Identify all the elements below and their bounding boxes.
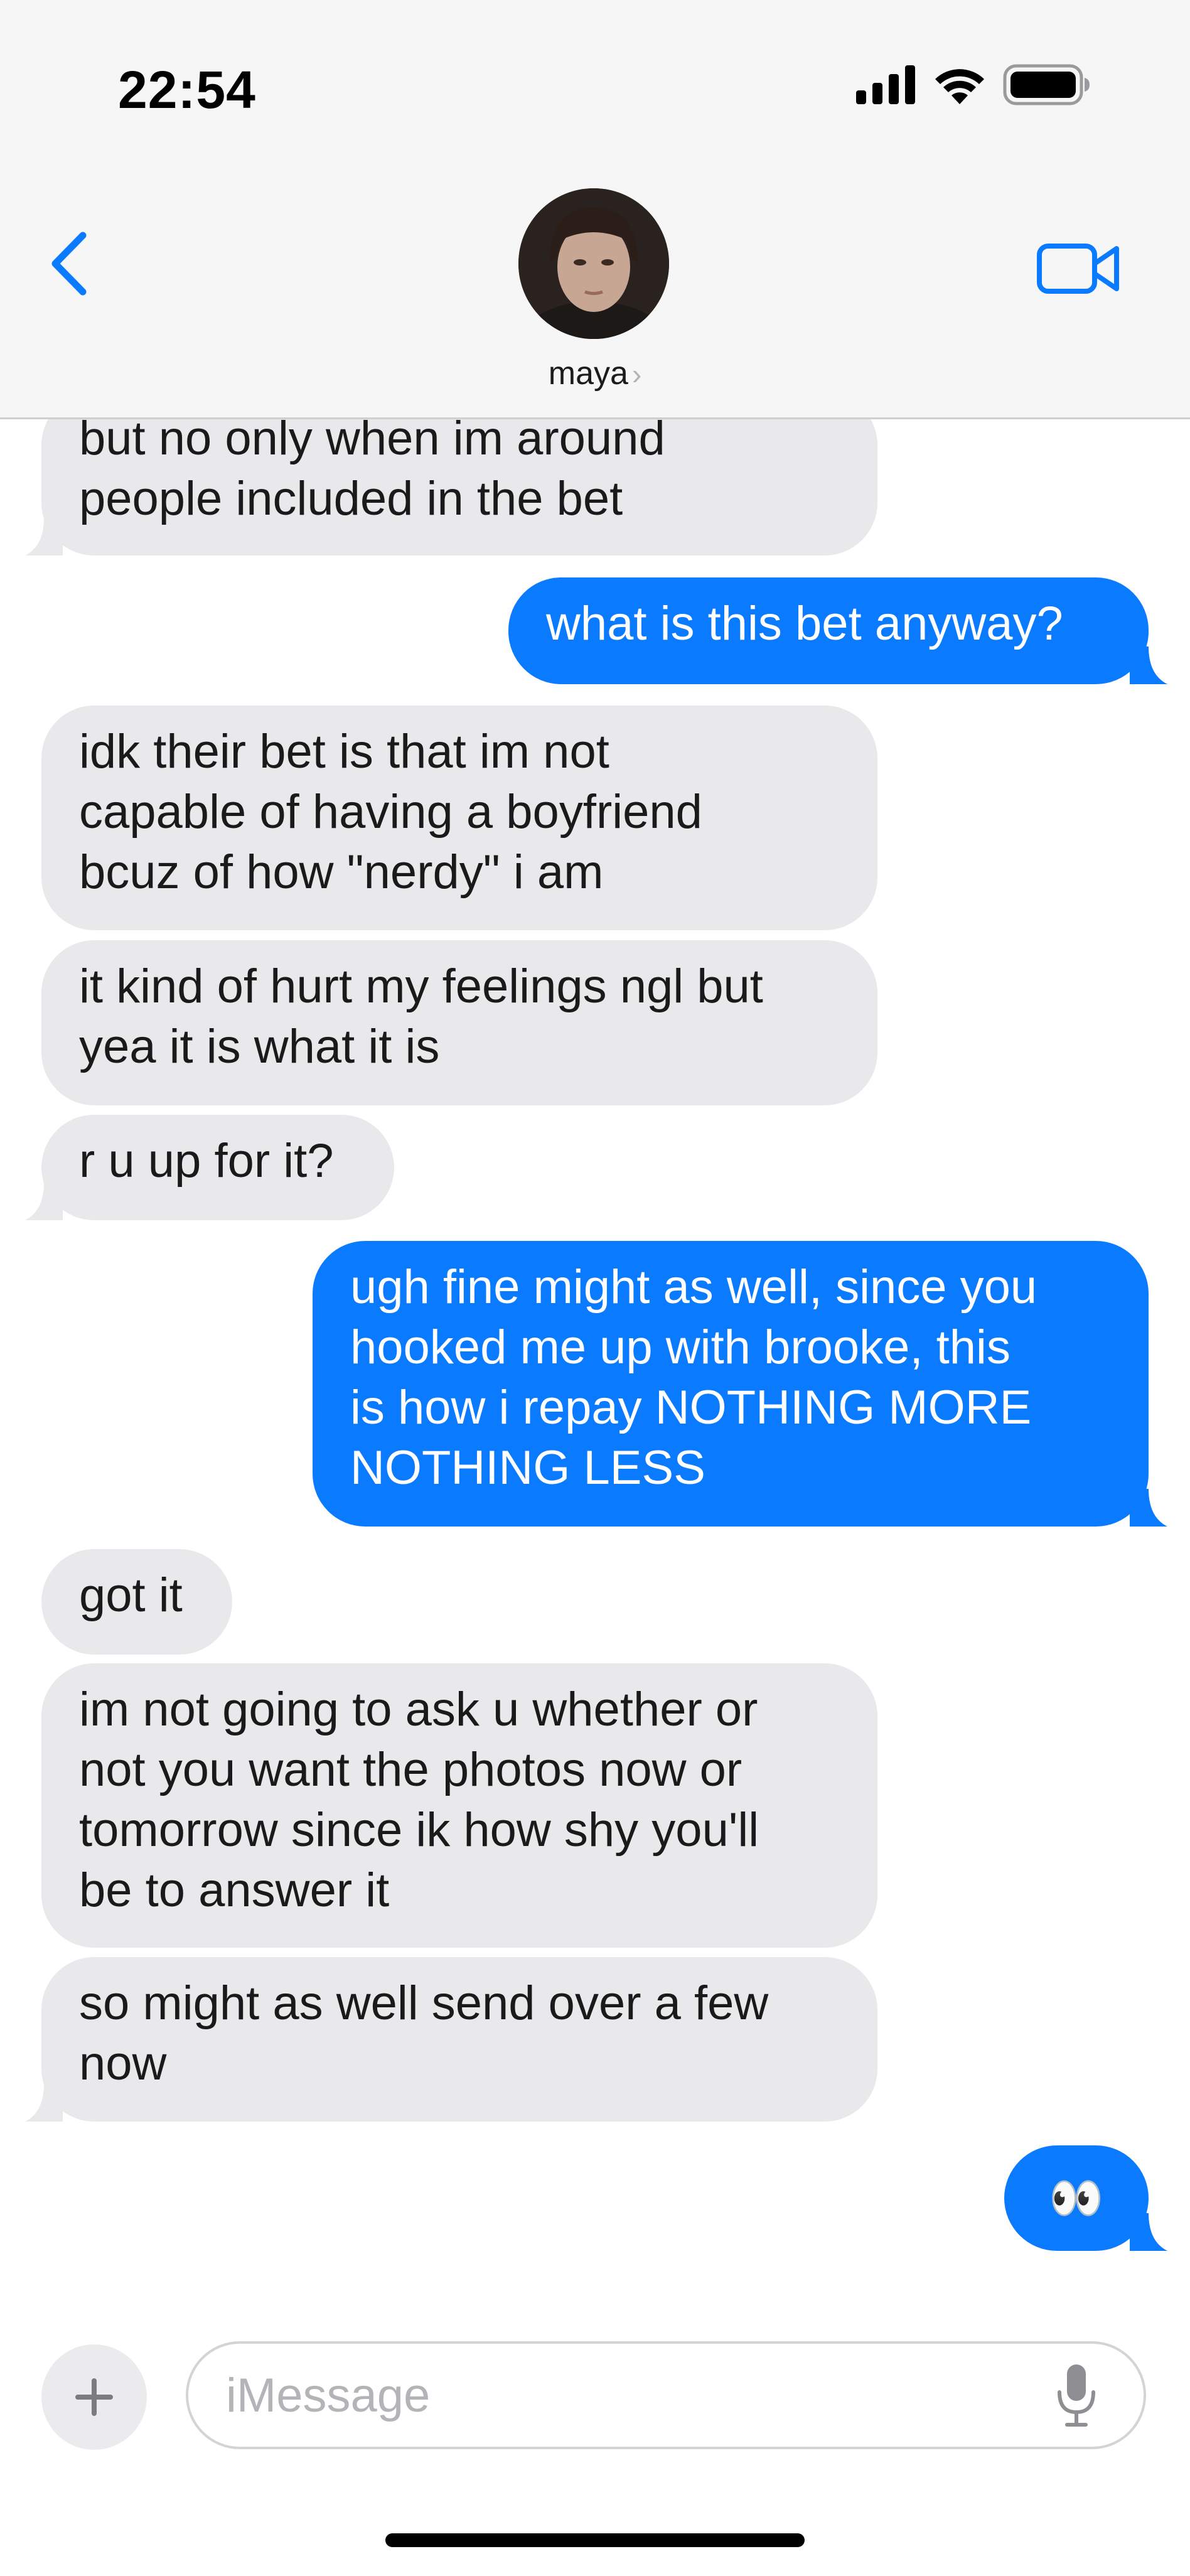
contact-name[interactable]: maya › (0, 355, 1190, 392)
bubble-tail (25, 1183, 63, 1220)
battery-icon (1003, 64, 1090, 105)
plus-icon (75, 2378, 113, 2416)
wifi-icon (935, 69, 984, 104)
conversation-header: 22:54 maya › (0, 0, 1190, 419)
bubble-tail (25, 518, 63, 555)
message-line: idk their bet is that im not (79, 725, 609, 778)
avatar-portrait (518, 188, 669, 339)
outgoing-message[interactable]: 👀 (1004, 2145, 1149, 2251)
message-line: NOTHING LESS (350, 1441, 705, 1495)
message-line: capable of having a boyfriend (79, 785, 702, 839)
avatar[interactable] (518, 188, 669, 339)
incoming-message[interactable]: idk their bet is that im not capable of … (41, 706, 877, 930)
message-line: yea it is what it is (79, 1020, 440, 1073)
chevron-right-icon: › (631, 358, 642, 390)
bubble-tail (25, 2084, 63, 2122)
message-line: it kind of hurt my feelings ngl but (79, 960, 763, 1013)
contact-name-label: maya (548, 355, 628, 392)
message-line: is how i repay NOTHING MORE (350, 1381, 1032, 1434)
microphone-icon[interactable] (1054, 2362, 1098, 2428)
bubble-tail (1130, 2213, 1167, 2251)
home-indicator[interactable] (385, 2533, 805, 2547)
message-line: got it (79, 1569, 183, 1622)
message-line: now (79, 2037, 167, 2090)
plus-button[interactable] (41, 2344, 147, 2450)
status-time: 22:54 (118, 60, 256, 119)
status-icons (856, 63, 1091, 107)
back-icon[interactable] (44, 229, 94, 298)
message-line: what is this bet anyway? (546, 597, 1063, 650)
bubble-tail (1130, 647, 1167, 684)
message-input[interactable] (186, 2341, 1146, 2449)
bubble-tail (1130, 1489, 1167, 1527)
message-line: tomorrow since ik how shy you'll (79, 1803, 759, 1857)
eyes-emoji: 👀 (1049, 2172, 1104, 2224)
incoming-message[interactable]: got it (41, 1549, 232, 1655)
incoming-message[interactable]: so might as well send over a few now (41, 1957, 877, 2122)
incoming-message[interactable]: r u up for it? (41, 1115, 394, 1220)
message-line: r u up for it? (79, 1134, 334, 1188)
message-line: im not going to ask u whether or (79, 1683, 758, 1736)
message-line: bcuz of how "nerdy" i am (79, 845, 604, 899)
message-line: people included in the bet (79, 472, 623, 525)
incoming-message[interactable]: it kind of hurt my feelings ngl but yea … (41, 940, 877, 1105)
message-line: so might as well send over a few (79, 1977, 769, 2030)
video-camera-icon[interactable] (1036, 237, 1121, 300)
message-line: hooked me up with brooke, this (350, 1321, 1010, 1374)
message-line: ugh fine might as well, since you (350, 1260, 1037, 1314)
message-line: be to answer it (79, 1864, 390, 1917)
outgoing-message[interactable]: ugh fine might as well, since you hooked… (313, 1241, 1149, 1527)
incoming-message[interactable]: im not going to ask u whether or not you… (41, 1663, 877, 1948)
outgoing-message[interactable]: what is this bet anyway? (508, 577, 1149, 684)
signal-icon (856, 65, 915, 104)
message-line: not you want the photos now or (79, 1743, 742, 1796)
